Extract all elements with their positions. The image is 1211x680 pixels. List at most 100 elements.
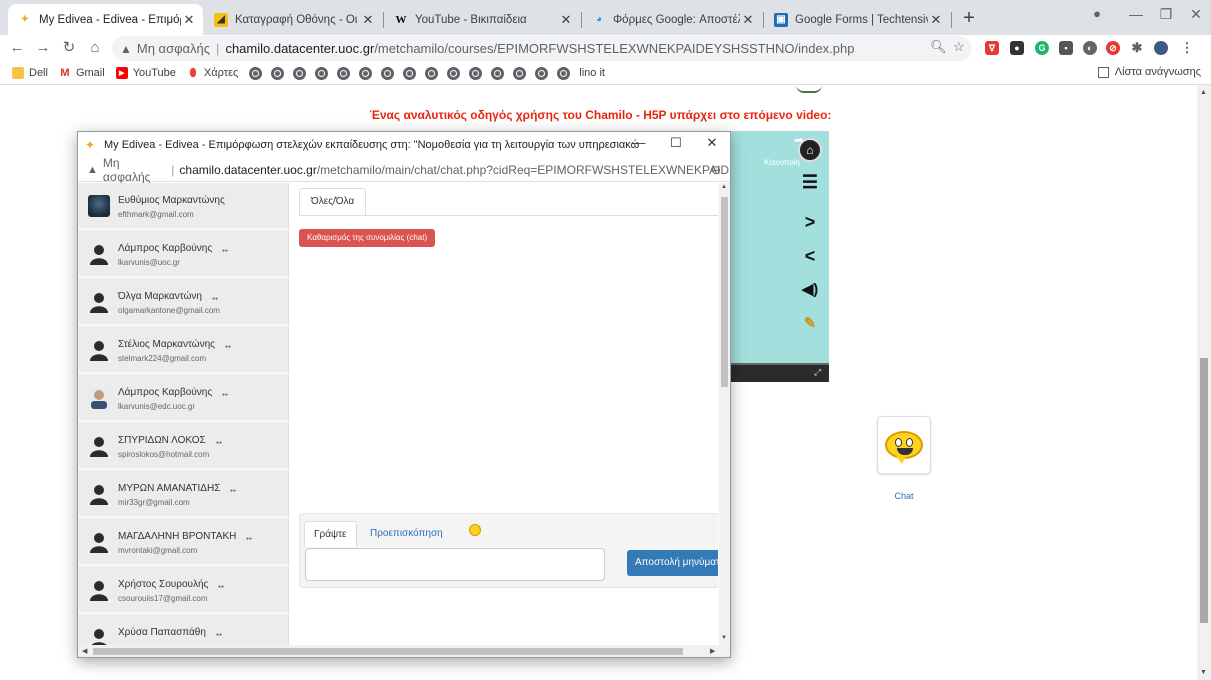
chat-bubble-icon[interactable]: ●● (216, 632, 222, 638)
popup-vertical-scrollbar[interactable]: ▲ ▼ (719, 183, 730, 645)
home-button[interactable]: ⌂ (84, 38, 106, 58)
close-tab-icon[interactable]: ✕ (558, 12, 574, 28)
scroll-down-arrow[interactable]: ▼ (1200, 669, 1207, 676)
extension-icon[interactable]: ● (1010, 41, 1024, 55)
scroll-right-arrow[interactable]: ▶ (710, 647, 715, 655)
tab-my-edivea[interactable]: ✦ My Edivea - Edivea - Επιμόρφωσ ✕ (8, 4, 203, 35)
bookmark-globe-icon[interactable] (513, 66, 527, 80)
bookmark-globe-icon[interactable] (447, 66, 461, 80)
clear-chat-button[interactable]: Καθαρισμός της συνομιλίας (chat) (299, 229, 436, 247)
bookmark-dell[interactable]: Dell (12, 67, 48, 79)
bookmark-globe-icon[interactable] (271, 66, 285, 80)
reading-list-button[interactable]: Λίστα ανάγνωσης (1097, 66, 1201, 78)
user-list-item[interactable]: ΣΠΥΡΙΔΩΝ ΛΟΚΟΣ ●● spiroslokos@hotmail.com (78, 423, 289, 469)
profile-avatar[interactable] (1154, 41, 1168, 55)
scroll-up-arrow[interactable]: ▲ (1200, 89, 1207, 96)
user-list-item[interactable]: ΜΑΓΔΑΛΗΝΗ ΒΡΟΝΤΑΚΗ ●● mvrontaki@gmail.com (78, 519, 289, 565)
forward-button[interactable]: → (32, 38, 54, 58)
user-list-item[interactable]: Ευθύμιος Μαρκαντώνης efthmark@gmail.com (78, 183, 289, 229)
scroll-left-arrow[interactable]: ◀ (82, 647, 87, 655)
tab-all-users[interactable]: Όλες/Όλα (299, 188, 367, 216)
close-tab-icon[interactable]: ✕ (740, 12, 756, 28)
bookmark-maps[interactable]: ⬮ Χάρτες (187, 67, 238, 80)
fullscreen-icon[interactable]: ⤢ (814, 367, 821, 378)
user-list-item[interactable]: Λάμπρος Καρβούνης ●● lkarvunis@edc.uoc.gr (78, 375, 289, 421)
tab-screen-capture[interactable]: ◢ Καταγραφή Οθόνης - Οι Καλύτε ✕ (204, 4, 382, 35)
chat-tool-icon[interactable] (877, 416, 931, 474)
popup-horizontal-scrollbar[interactable]: ◀ ▶ (78, 645, 730, 657)
send-message-button[interactable]: Αποστολή μηνύματος (627, 550, 718, 576)
extensions-puzzle-icon[interactable]: ✱ (1130, 41, 1144, 55)
chat-bubble-icon[interactable]: ●● (218, 584, 224, 590)
user-list-item[interactable]: Στέλιος Μαρκαντώνης ●● stelmark224@gmail.c… (78, 327, 289, 373)
bookmark-globe-icon[interactable] (381, 66, 395, 80)
tab-youtube-wiki[interactable]: W YouTube - Βικιπαίδεια ✕ (384, 4, 580, 35)
chat-tool-label[interactable]: Chat (870, 491, 938, 501)
bookmark-globe-icon[interactable] (535, 66, 549, 80)
menu-icon[interactable]: ☰ (799, 171, 821, 193)
close-tab-icon[interactable]: ✕ (360, 12, 376, 28)
extension-grammarly-icon[interactable]: G (1035, 41, 1049, 55)
new-tab-button[interactable]: + (958, 7, 980, 30)
bookmark-gmail[interactable]: M Gmail (59, 67, 104, 79)
bookmark-youtube[interactable]: ▶ YouTube (115, 67, 176, 79)
prev-icon[interactable]: < (799, 245, 821, 267)
maximize-button[interactable]: ❐ (1151, 6, 1181, 23)
notebook-icon[interactable]: ✎ (799, 313, 821, 335)
page-scrollbar-thumb[interactable] (1200, 358, 1208, 623)
user-list-item[interactable]: Χρήστος Σουρουλής ●● csourouiis17@gmail.co… (78, 567, 289, 613)
user-list-item[interactable]: Χρύσα Παπασπάθη ●● (78, 615, 289, 645)
speaker-icon[interactable]: ◀) (799, 279, 821, 301)
scroll-up-arrow[interactable]: ▲ (721, 184, 727, 190)
message-input[interactable] (305, 548, 605, 581)
popup-minimize-button[interactable]: — (628, 135, 650, 150)
extension-pocket-icon[interactable]: ᐁ (985, 41, 999, 55)
bookmark-globe-icon[interactable] (491, 66, 505, 80)
bookmark-globe-icon[interactable] (403, 66, 417, 80)
popup-hscroll-thumb[interactable] (93, 648, 683, 655)
back-button[interactable]: ← (6, 38, 28, 58)
menu-kebab-icon[interactable]: ⋮ (1180, 41, 1194, 55)
extension-icon[interactable]: ⊘ (1106, 41, 1120, 55)
chat-bubble-icon[interactable]: ●● (246, 536, 252, 542)
bookmark-star-icon[interactable]: ☆ (953, 39, 965, 55)
popup-close-button[interactable]: ✕ (701, 135, 723, 151)
bookmark-globe-icon[interactable] (249, 66, 263, 80)
home-icon[interactable]: ⌂ (798, 138, 822, 162)
emoji-picker-icon[interactable] (469, 524, 481, 536)
scroll-down-arrow[interactable]: ▼ (721, 635, 727, 641)
popup-scrollbar-thumb[interactable] (721, 197, 728, 387)
bookmark-lino-it[interactable]: lino it (557, 66, 605, 80)
user-list-item[interactable]: Λάμπρος Καρβούνης ●● lkarvunis@uoc.gr (78, 231, 289, 277)
zoom-icon[interactable]: 🔍︎ (930, 39, 947, 55)
zoom-icon[interactable]: ⊖ (711, 163, 721, 177)
chat-bubble-icon[interactable]: ●● (230, 488, 236, 494)
popup-maximize-button[interactable]: ☐ (665, 135, 687, 151)
tab-write[interactable]: Γράψτε (304, 521, 357, 547)
bookmark-globe-icon[interactable] (469, 66, 483, 80)
bookmark-globe-icon[interactable] (293, 66, 307, 80)
bookmark-globe-icon[interactable] (425, 66, 439, 80)
bookmark-globe-icon[interactable] (359, 66, 373, 80)
bookmark-globe-icon[interactable] (315, 66, 329, 80)
close-window-button[interactable]: ✕ (1181, 6, 1211, 23)
tab-search-icon[interactable]: ● (1082, 6, 1112, 21)
address-bar[interactable]: ▲ Μη ασφαλής | chamilo.datacenter.uoc.gr… (112, 36, 972, 61)
chat-bubble-icon[interactable]: ●● (212, 296, 218, 302)
reload-button[interactable]: ↻ (58, 38, 80, 58)
next-icon[interactable]: > (799, 211, 821, 233)
page-scrollbar[interactable]: ▲ ▼ (1197, 85, 1211, 680)
chat-bubble-icon[interactable]: ●● (216, 440, 222, 446)
bookmark-globe-icon[interactable] (337, 66, 351, 80)
close-tab-icon[interactable]: ✕ (928, 12, 944, 28)
chat-bubble-icon[interactable]: ●● (225, 344, 231, 350)
minimize-button[interactable]: — (1121, 6, 1151, 22)
chat-bubble-icon[interactable]: ●● (222, 248, 228, 254)
user-list-item[interactable]: Όλγα Μαρκαντώνη ●● olgamarkantone@gmail.co… (78, 279, 289, 325)
extension-icon[interactable]: ◐ (1083, 41, 1097, 55)
extension-icon[interactable]: ▪ (1059, 41, 1073, 55)
tab-techtensivist[interactable]: ▣ Google Forms | Techtensivist ✕ (764, 4, 950, 35)
user-list-item[interactable]: ΜΥΡΩΝ ΑΜΑΝΑΤΙΔΗΣ ●● mir33gr@gmail.com (78, 471, 289, 517)
popup-address-bar[interactable]: ▲ Μη ασφαλής | chamilo.datacenter.uoc.gr… (78, 156, 730, 184)
chat-bubble-icon[interactable]: ●● (222, 392, 228, 398)
